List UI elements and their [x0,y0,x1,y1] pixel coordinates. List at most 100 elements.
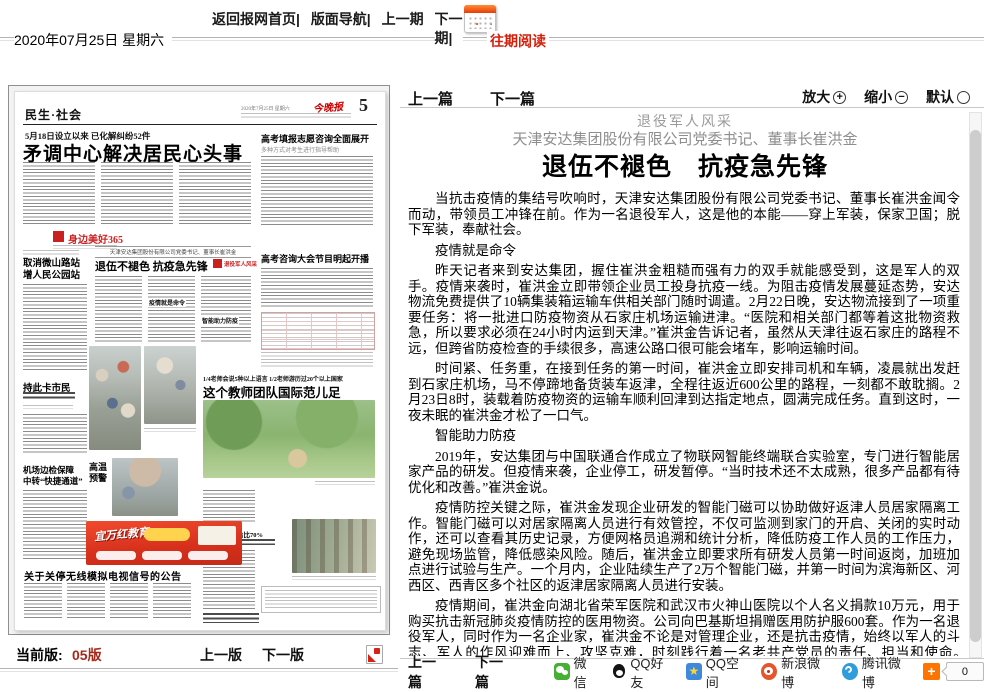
zoom-reset-icon [957,91,970,104]
ad-decor [198,526,236,545]
wechat-icon [554,663,570,680]
thumb-article3-line1: 取消微山路站 [23,258,80,270]
share-sina-weibo-button[interactable]: 新浪微博 [761,653,829,691]
schedule-table [261,312,375,350]
share-bar: 上一篇 下一篇 微信 QQ好友 QQ空间 新浪微博 腾讯微博 0 [400,658,984,684]
nav-prev-issue-link[interactable]: 上一期 [382,11,424,27]
article-subhead: 疫情就是命令 [408,243,960,259]
thumb-article4-kicker: 天津安达集团股份有限公司党委书记、董事长崔洪金 [95,246,251,258]
newspaper-page-thumbnail[interactable]: 民生·社会 2020年7月25日 星期六 今晚报 5 5月18日设立以来 已化解… [14,91,386,631]
masthead-rule [23,124,377,125]
text-placeholder [261,156,373,226]
text-placeholder [110,583,148,620]
thumb-article9-headline[interactable]: 关于关停无线模拟电视信号的公告 [24,568,182,583]
share-wechat-label: 微信 [574,653,598,691]
paper-masthead-date: 2020年7月25日 星期六 [241,105,290,112]
article-nav-bar: 上一篇 下一篇 放大+ 缩小− 默认 [400,85,984,108]
share-qzone-button[interactable]: QQ空间 [686,653,748,691]
ad-decor [144,528,190,541]
thumb-badge-label: 身边美好365 [68,231,123,246]
zoom-out-button[interactable]: 缩小− [864,89,908,105]
zoom-in-label: 放大 [802,89,830,105]
ad-decor [142,551,182,560]
text-placeholder [23,490,87,560]
article-paragraph: 当抗击疫情的集结号吹响时，天津安达集团股份有限公司党委书记、董事长崔洪金闻令而动… [408,191,960,238]
share-tencent-weibo-button[interactable]: 腾讯微博 [842,653,910,691]
share-prev-article-link[interactable]: 上一篇 [408,652,447,692]
article-body: 当抗击疫情的集结号吹响时，天津安达集团股份有限公司党委书记、董事长崔洪金闻令而动… [408,191,960,656]
thumb-article7-line2: 中转“快捷通道” [23,475,83,487]
text-placeholder [261,352,373,368]
article-paragraph: 时间紧、任务重，在接到任务的第一时间，崔洪金立即安排司机和车辆，凌晨就出发赶到石… [408,361,960,423]
ad-brand-text: 宜万红教育 [93,524,149,545]
pager-divider [0,668,398,672]
share-wechat-button[interactable]: 微信 [554,653,598,691]
text-placeholder [23,250,79,255]
paper-page-number: 5 [359,95,368,116]
text-placeholder [179,162,251,224]
next-page-link[interactable]: 下一版 [262,645,304,665]
share-next-article-link[interactable]: 下一篇 [475,652,514,692]
text-placeholder [153,583,191,620]
thumb-article3-headline[interactable]: 取消微山路站 增人民公园站 [23,258,80,282]
nav-next-issue-link[interactable]: 下一期| [435,10,463,48]
street-photo-3 [112,458,178,516]
article-paragraph: 2019年，安达集团与中国联通合作成立了物联网智能终端联合实验室，专门进行智能居… [408,449,960,496]
thumb-article2-subtitle: 多种方式对考生进行指导帮助 [261,145,339,154]
paper-section-title: 民生·社会 [25,106,82,123]
photo-caption-placeholder [144,428,196,432]
article-paragraph: 疫情期间，崔洪金向湖北省荣军医院和武汉市火神山医院以个人名义捐款10万元，用于购… [408,598,960,656]
qzone-star-icon [686,663,702,680]
article-paragraph: 昨天记者来到安达集团，握住崔洪金粗糙而强有力的双手就能感受到，这是军人的双手。疫… [408,263,960,356]
nav-layout-link[interactable]: 版面导航| [311,11,371,27]
thumb-article5-headline[interactable]: 高考咨询大会节目明起开播 [261,252,369,265]
text-placeholder [241,113,351,118]
zoom-in-icon: + [833,91,846,104]
thumb-article8-headline[interactable]: 这个教师团队国际范儿足 [203,382,341,401]
main-nav: 返回报网首页| 版面导航| 上一期 下一期| [212,10,470,48]
prev-page-link[interactable]: 上一版 [200,645,242,665]
advertisement: 宜万红教育 [86,521,242,565]
text-placeholder [23,414,87,454]
zoom-out-icon: − [895,91,908,104]
pdf-icon[interactable] [366,645,383,664]
share-qq-button[interactable]: QQ好友 [611,653,673,691]
nav-home-link[interactable]: 返回报网首页| [212,11,300,27]
library-photo [292,519,376,573]
sina-weibo-icon [761,663,777,680]
issue-date: 2020年07月25日 星期六 [14,29,172,52]
text-placeholder [201,276,251,342]
text-placeholder [23,284,87,370]
share-sina-label: 新浪微博 [781,653,829,691]
next-article-link[interactable]: 下一篇 [490,88,535,109]
share-count[interactable]: 0 [946,662,984,681]
thumb-article4-subhead2: 智能助力防疫 [201,316,239,325]
calendar-icon[interactable] [464,5,496,33]
article-subtitle: 天津安达集团股份有限公司党委书记、董事长崔洪金 [400,128,970,149]
share-more-button[interactable] [923,663,940,680]
share-qzone-label: QQ空间 [706,653,749,691]
plus-icon [923,663,940,680]
past-issues-link[interactable]: 往期阅读 [487,31,549,53]
paper-logo: 今晚报 [313,98,344,115]
zoom-reset-button[interactable]: 默认 [926,89,970,105]
share-qq-label: QQ好友 [630,653,673,691]
text-placeholder [101,162,173,224]
text-placeholder [203,613,259,623]
text-placeholder [23,162,95,224]
share-tencent-label: 腾讯微博 [862,653,910,691]
badge-icon [53,231,64,242]
thumb-article2-headline[interactable]: 高考填报志愿咨询全面展开 [261,132,369,145]
street-photo-1 [89,346,141,450]
article-title: 退伍不褪色 抗疫急先锋 [400,147,970,183]
tencent-weibo-icon [842,663,858,680]
prev-article-link[interactable]: 上一篇 [408,88,453,109]
zoom-in-button[interactable]: 放大+ [802,89,846,105]
current-page-value: 05版 [72,645,102,665]
thumb-article4-headline[interactable]: 退伍不褪色 抗疫急先锋 [95,258,208,274]
text-placeholder [261,268,373,308]
thumb-article4-subhead1: 疫情就是命令 [148,298,186,307]
article-scrollbar-thumb[interactable] [970,130,981,642]
text-placeholder [67,583,105,620]
text-placeholder [203,490,255,524]
